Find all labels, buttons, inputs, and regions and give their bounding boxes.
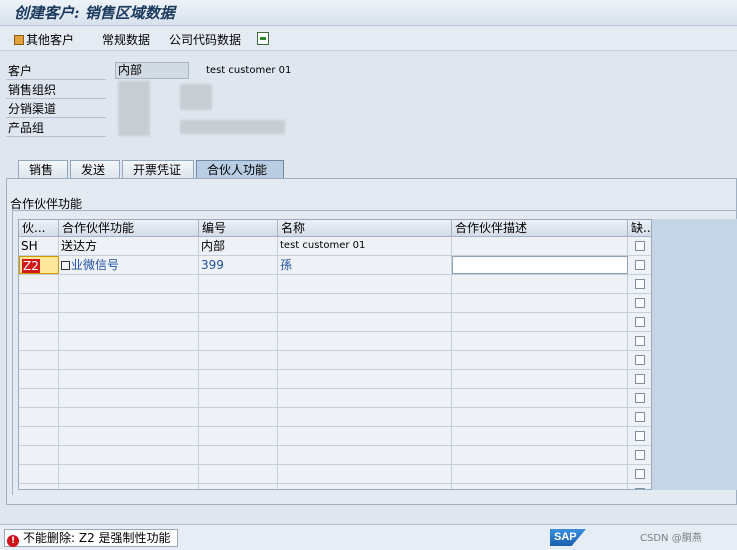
missing-checkbox[interactable] — [635, 469, 645, 479]
pf-cell-selected[interactable]: Z2 — [19, 256, 59, 274]
missing-checkbox[interactable] — [635, 355, 645, 365]
sap-logo: SAP — [550, 529, 586, 546]
description-cell[interactable] — [452, 237, 628, 255]
application-toolbar: 其他客户 常规数据 公司代码数据 — [0, 27, 737, 51]
column-header-number[interactable]: 编号 — [199, 220, 278, 237]
missing-checkbox[interactable] — [635, 279, 645, 289]
redacted-area — [180, 120, 285, 134]
watermark: CSDN @胴燕 — [640, 533, 702, 544]
general-data-button[interactable]: 常规数据 — [102, 31, 150, 48]
missing-checkbox[interactable] — [635, 374, 645, 384]
missing-checkbox[interactable] — [635, 412, 645, 422]
partner-function-value: 业微信号 — [71, 258, 120, 272]
pf-cell[interactable]: SH — [19, 237, 59, 255]
export-icon[interactable] — [257, 32, 269, 45]
status-text: 不能删除: Z2 是强制性功能 — [23, 531, 171, 545]
column-header-partner-description[interactable]: 合作伙伴描述 — [452, 220, 628, 237]
table-row[interactable]: SH 送达方 内部 test customer 01 — [19, 237, 651, 256]
column-header-pf[interactable]: 伙... — [19, 220, 59, 237]
partner-functions-table: 伙... 合作伙伴功能 编号 名称 合作伙伴描述 缺.. SH 送达方 内部 t… — [18, 219, 652, 490]
empty-row[interactable] — [19, 389, 651, 408]
name-cell: test customer 01 — [278, 237, 452, 255]
empty-row[interactable] — [19, 446, 651, 465]
empty-row[interactable] — [19, 370, 651, 389]
empty-row[interactable] — [19, 484, 651, 489]
sales-org-label: 销售组织 — [6, 81, 106, 99]
empty-row[interactable] — [19, 294, 651, 313]
missing-checkbox[interactable] — [635, 317, 645, 327]
company-code-data-button[interactable]: 公司代码数据 — [169, 31, 241, 48]
group-title: 合作伙伴功能 — [10, 197, 83, 211]
grid-empty-area — [652, 219, 737, 490]
partner-function-cell[interactable]: 送达方 — [59, 237, 199, 255]
division-label: 产品组 — [6, 119, 106, 137]
name-cell: 孫 — [278, 256, 452, 274]
redacted-area — [118, 81, 150, 136]
tab-sales[interactable]: 销售 — [18, 160, 68, 179]
table-row[interactable]: Z2 业微信号 399 孫 — [19, 256, 651, 275]
redacted-area — [180, 84, 212, 110]
missing-checkbox[interactable] — [635, 488, 645, 489]
column-header-name[interactable]: 名称 — [278, 220, 452, 237]
empty-row[interactable] — [19, 408, 651, 427]
missing-checkbox[interactable] — [635, 431, 645, 441]
empty-row[interactable] — [19, 275, 651, 294]
partner-function-cell[interactable]: 业微信号 — [59, 256, 199, 274]
empty-row[interactable] — [19, 332, 651, 351]
tab-billing[interactable]: 开票凭证 — [122, 160, 194, 179]
other-customer-label: 其他客户 — [26, 33, 75, 47]
customer-field[interactable]: 内部 — [115, 62, 189, 79]
description-input[interactable] — [452, 256, 628, 274]
tab-partner-functions[interactable]: 合伙人功能 — [196, 160, 284, 179]
missing-checkbox[interactable] — [635, 393, 645, 403]
other-customer-icon — [14, 35, 24, 45]
title-bar: 创建客户: 销售区域数据 — [0, 0, 737, 26]
column-header-missing[interactable]: 缺.. — [628, 220, 651, 237]
column-header-partner-function[interactable]: 合作伙伴功能 — [59, 220, 199, 237]
pf-value: Z2 — [22, 259, 40, 273]
page-title: 创建客户: 销售区域数据 — [14, 4, 175, 22]
customer-description: test customer 01 — [206, 65, 292, 76]
value-help-icon[interactable] — [61, 261, 70, 270]
other-customer-button[interactable]: 其他客户 — [14, 31, 74, 48]
missing-checkbox[interactable] — [635, 260, 645, 270]
tab-shipping[interactable]: 发送 — [70, 160, 120, 179]
status-bar: ! 不能删除: Z2 是强制性功能 SAP — [0, 524, 737, 550]
empty-row[interactable] — [19, 465, 651, 484]
distribution-channel-label: 分销渠道 — [6, 100, 106, 118]
missing-checkbox[interactable] — [635, 336, 645, 346]
number-cell[interactable]: 内部 — [199, 237, 278, 255]
error-icon: ! — [7, 535, 19, 547]
status-message[interactable]: ! 不能删除: Z2 是强制性功能 — [4, 529, 178, 547]
empty-row[interactable] — [19, 351, 651, 370]
empty-row[interactable] — [19, 427, 651, 446]
number-cell[interactable]: 399 — [199, 256, 278, 274]
missing-checkbox[interactable] — [635, 450, 645, 460]
empty-row[interactable] — [19, 313, 651, 332]
missing-checkbox[interactable] — [635, 241, 645, 251]
missing-checkbox[interactable] — [635, 298, 645, 308]
customer-label: 客户 — [6, 62, 106, 80]
